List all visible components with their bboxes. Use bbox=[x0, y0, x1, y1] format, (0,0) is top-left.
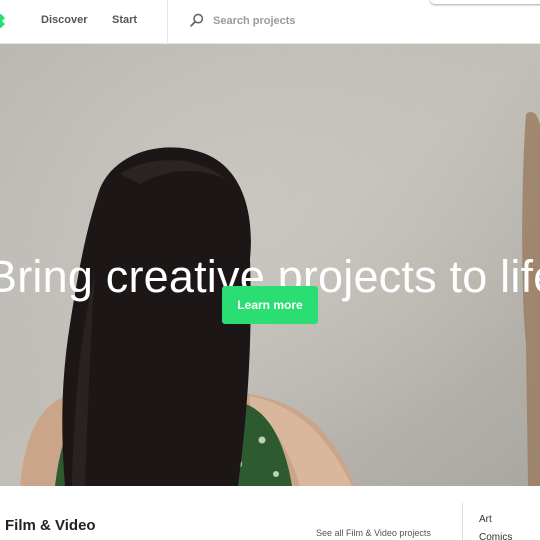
section-title: Film & Video bbox=[5, 517, 96, 534]
category-item-comics[interactable]: Comics bbox=[479, 532, 512, 540]
nav-start-link[interactable]: Start bbox=[112, 14, 137, 26]
category-item-art[interactable]: Art bbox=[479, 514, 492, 525]
learn-more-button[interactable]: Learn more bbox=[222, 286, 318, 324]
category-divider bbox=[462, 503, 463, 540]
site-header: Discover Start bbox=[0, 0, 540, 44]
search-icon[interactable] bbox=[190, 13, 204, 27]
logo-icon[interactable] bbox=[0, 12, 6, 30]
hero-banner: Bring creative projects to life Learn mo… bbox=[0, 44, 540, 486]
search-input[interactable] bbox=[213, 12, 513, 30]
see-all-link[interactable]: See all Film & Video projects bbox=[316, 528, 431, 538]
user-menu-fragment[interactable] bbox=[430, 0, 540, 4]
header-divider bbox=[167, 0, 168, 44]
nav-discover-link[interactable]: Discover bbox=[41, 14, 87, 26]
category-section: Film & Video See all Film & Video projec… bbox=[0, 486, 540, 540]
